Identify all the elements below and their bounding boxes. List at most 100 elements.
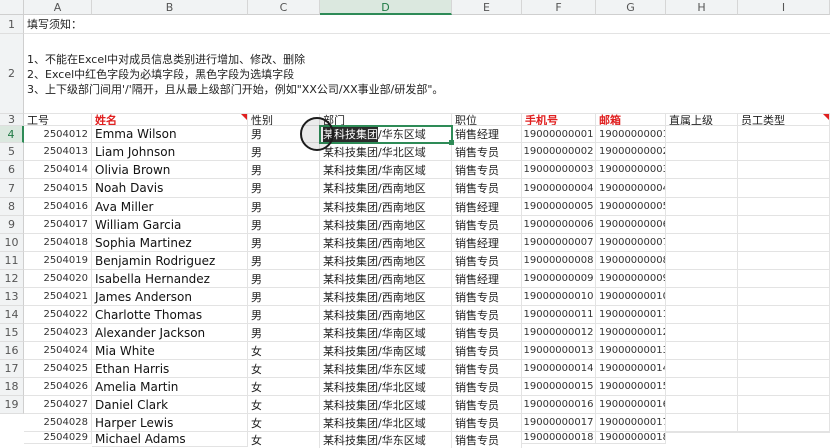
employee-name[interactable]: Harper Lewis bbox=[92, 414, 248, 432]
header-position[interactable]: 职位 bbox=[452, 114, 522, 126]
employee-phone[interactable]: 19000000004 bbox=[522, 179, 596, 198]
employee-gender[interactable]: 男 bbox=[248, 288, 320, 306]
employee-manager[interactable] bbox=[666, 306, 738, 324]
employee-id[interactable]: 2504026 bbox=[24, 378, 92, 396]
employee-type[interactable] bbox=[738, 143, 830, 161]
employee-manager[interactable] bbox=[666, 378, 738, 396]
employee-type[interactable] bbox=[738, 378, 830, 396]
employee-dept[interactable]: 某科技集团/西南地区 bbox=[320, 234, 452, 252]
employee-gender[interactable]: 女 bbox=[248, 378, 320, 396]
employee-name[interactable]: Daniel Clark bbox=[92, 396, 248, 414]
employee-id[interactable]: 2504023 bbox=[24, 324, 92, 342]
employee-email[interactable]: 19000000007@qq.com bbox=[596, 234, 666, 252]
employee-dept[interactable]: 某科技集团/西南地区 bbox=[320, 179, 452, 198]
employee-name[interactable]: Charlotte Thomas bbox=[92, 306, 248, 324]
employee-type[interactable] bbox=[738, 234, 830, 252]
employee-gender[interactable]: 男 bbox=[248, 198, 320, 216]
row-header-17[interactable]: 17 bbox=[0, 360, 24, 378]
employee-phone[interactable]: 19000000016 bbox=[522, 396, 596, 414]
row-header-16[interactable]: 16 bbox=[0, 342, 24, 360]
employee-phone[interactable]: 19000000003 bbox=[522, 161, 596, 179]
employee-id[interactable]: 2504027 bbox=[24, 396, 92, 414]
employee-email[interactable]: 19000000015@qq.com bbox=[596, 378, 666, 396]
row-header-4[interactable]: 4 bbox=[0, 126, 24, 143]
row-header-9[interactable]: 9 bbox=[0, 216, 24, 234]
employee-email[interactable]: 19000000011@qq.com bbox=[596, 306, 666, 324]
employee-type[interactable] bbox=[738, 198, 830, 216]
row-header-11[interactable]: 11 bbox=[0, 252, 24, 270]
notes-title[interactable]: 填写须知： bbox=[24, 15, 830, 34]
employee-type[interactable] bbox=[738, 360, 830, 378]
employee-phone[interactable]: 19000000009 bbox=[522, 270, 596, 288]
employee-phone[interactable]: 19000000014 bbox=[522, 360, 596, 378]
employee-gender[interactable]: 女 bbox=[248, 414, 320, 432]
employee-manager[interactable] bbox=[666, 324, 738, 342]
employee-dept[interactable]: 某科技集团/华东区域 bbox=[320, 360, 452, 378]
employee-email[interactable]: 19000000010@qq.com bbox=[596, 288, 666, 306]
employee-phone[interactable]: 19000000008 bbox=[522, 252, 596, 270]
header-manager[interactable]: 直属上级 bbox=[666, 114, 738, 126]
employee-type[interactable] bbox=[738, 126, 830, 143]
header-email[interactable]: 邮箱 bbox=[596, 114, 666, 126]
column-header-g[interactable]: G bbox=[596, 0, 666, 15]
employee-name[interactable]: Amelia Martin bbox=[92, 378, 248, 396]
employee-type[interactable] bbox=[738, 432, 830, 433]
employee-dept[interactable]: 某科技集团/西南地区 bbox=[320, 270, 452, 288]
employee-id[interactable]: 2504028 bbox=[24, 414, 92, 432]
employee-position[interactable]: 销售专员 bbox=[452, 360, 522, 378]
employee-email[interactable]: 19000000018@qq.com bbox=[596, 432, 666, 444]
employee-id[interactable]: 2504013 bbox=[24, 143, 92, 161]
row-header-14[interactable]: 14 bbox=[0, 306, 24, 324]
row-header-2[interactable]: 2 bbox=[0, 34, 24, 114]
employee-phone[interactable]: 19000000002 bbox=[522, 143, 596, 161]
employee-phone[interactable]: 19000000007 bbox=[522, 234, 596, 252]
employee-position[interactable]: 销售专员 bbox=[452, 216, 522, 234]
employee-gender[interactable]: 女 bbox=[248, 432, 320, 448]
row-header-12[interactable]: 12 bbox=[0, 270, 24, 288]
employee-id[interactable]: 2504022 bbox=[24, 306, 92, 324]
employee-dept[interactable]: 某科技集团/西南地区 bbox=[320, 198, 452, 216]
employee-id[interactable]: 2504016 bbox=[24, 198, 92, 216]
employee-phone[interactable]: 19000000006 bbox=[522, 216, 596, 234]
employee-name[interactable]: Benjamin Rodriguez bbox=[92, 252, 248, 270]
header-dept[interactable]: 部门 bbox=[320, 114, 452, 126]
row-header-5[interactable]: 5 bbox=[0, 143, 24, 161]
employee-dept[interactable]: 某科技集团/西南地区 bbox=[320, 216, 452, 234]
employee-gender[interactable]: 男 bbox=[248, 270, 320, 288]
employee-manager[interactable] bbox=[666, 396, 738, 414]
employee-manager[interactable] bbox=[666, 216, 738, 234]
employee-email[interactable]: 19000000014@qq.com bbox=[596, 360, 666, 378]
employee-manager[interactable] bbox=[666, 432, 738, 433]
employee-type[interactable] bbox=[738, 288, 830, 306]
employee-type[interactable] bbox=[738, 161, 830, 179]
employee-email[interactable]: 19000000016@qq.com bbox=[596, 396, 666, 414]
employee-position[interactable]: 销售专员 bbox=[452, 324, 522, 342]
row-header-19[interactable]: 19 bbox=[0, 396, 24, 414]
column-header-d[interactable]: D bbox=[320, 0, 452, 15]
employee-gender[interactable]: 男 bbox=[248, 252, 320, 270]
employee-manager[interactable] bbox=[666, 143, 738, 161]
column-header-i[interactable]: I bbox=[738, 0, 830, 15]
employee-dept[interactable]: 某科技集团/华北区域 bbox=[320, 143, 452, 161]
header-name[interactable]: 姓名 bbox=[92, 114, 248, 126]
employee-type[interactable] bbox=[738, 414, 830, 432]
employee-dept[interactable]: 某科技集团/华南区域 bbox=[320, 342, 452, 360]
employee-position[interactable]: 销售专员 bbox=[452, 288, 522, 306]
employee-manager[interactable] bbox=[666, 342, 738, 360]
employee-dept[interactable]: 某科技集团/华北区域 bbox=[320, 396, 452, 414]
employee-id[interactable]: 2504029 bbox=[24, 432, 92, 444]
row-header-7[interactable]: 7 bbox=[0, 179, 24, 198]
employee-dept[interactable]: 某科技集团/西南地区 bbox=[320, 252, 452, 270]
row-header-6[interactable]: 6 bbox=[0, 161, 24, 179]
employee-position[interactable]: 销售经理 bbox=[452, 198, 522, 216]
employee-position[interactable]: 销售专员 bbox=[452, 161, 522, 179]
employee-name[interactable]: Liam Johnson bbox=[92, 143, 248, 161]
employee-id[interactable]: 2504019 bbox=[24, 252, 92, 270]
row-header-10[interactable]: 10 bbox=[0, 234, 24, 252]
employee-id[interactable]: 2504021 bbox=[24, 288, 92, 306]
employee-email[interactable]: 19000000012@qq.com bbox=[596, 324, 666, 342]
employee-phone[interactable]: 19000000005 bbox=[522, 198, 596, 216]
employee-position[interactable]: 销售经理 bbox=[452, 234, 522, 252]
row-header-1[interactable]: 1 bbox=[0, 15, 24, 34]
employee-position[interactable]: 销售专员 bbox=[452, 143, 522, 161]
